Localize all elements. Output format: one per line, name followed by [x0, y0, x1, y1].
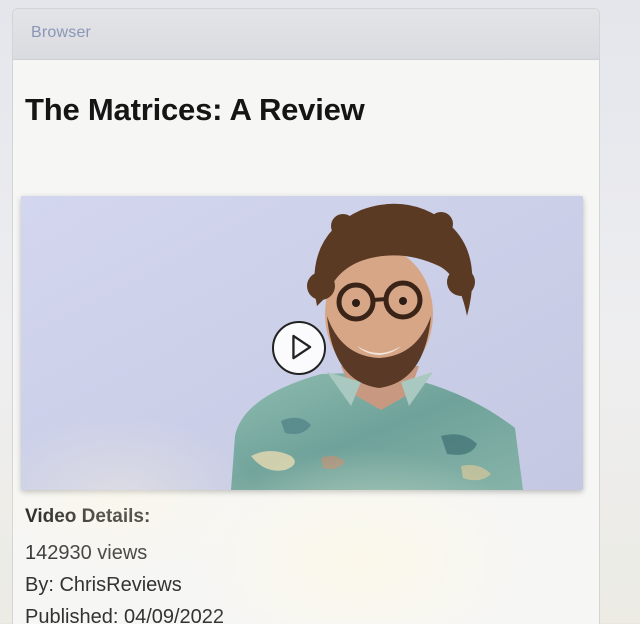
video-details-heading: Video Details: — [25, 506, 151, 527]
video-player[interactable] — [21, 196, 583, 490]
screen-background: Browser The Matrices: A Review Video Det… — [0, 0, 640, 624]
video-details: Video Details: 142930 views By: ChrisRev… — [25, 506, 224, 624]
view-count: 142930 views — [25, 542, 148, 564]
author-label[interactable]: By: ChrisReviews — [25, 569, 224, 601]
play-button[interactable] — [272, 321, 326, 375]
publish-date: Published: 04/09/2022 — [25, 606, 225, 624]
play-icon — [292, 334, 312, 360]
window-titlebar: Browser — [13, 9, 599, 60]
video-title: The Matrices: A Review — [25, 92, 365, 127]
app-name-label: Browser — [31, 24, 92, 41]
browser-window: Browser The Matrices: A Review Video Det… — [12, 8, 600, 624]
